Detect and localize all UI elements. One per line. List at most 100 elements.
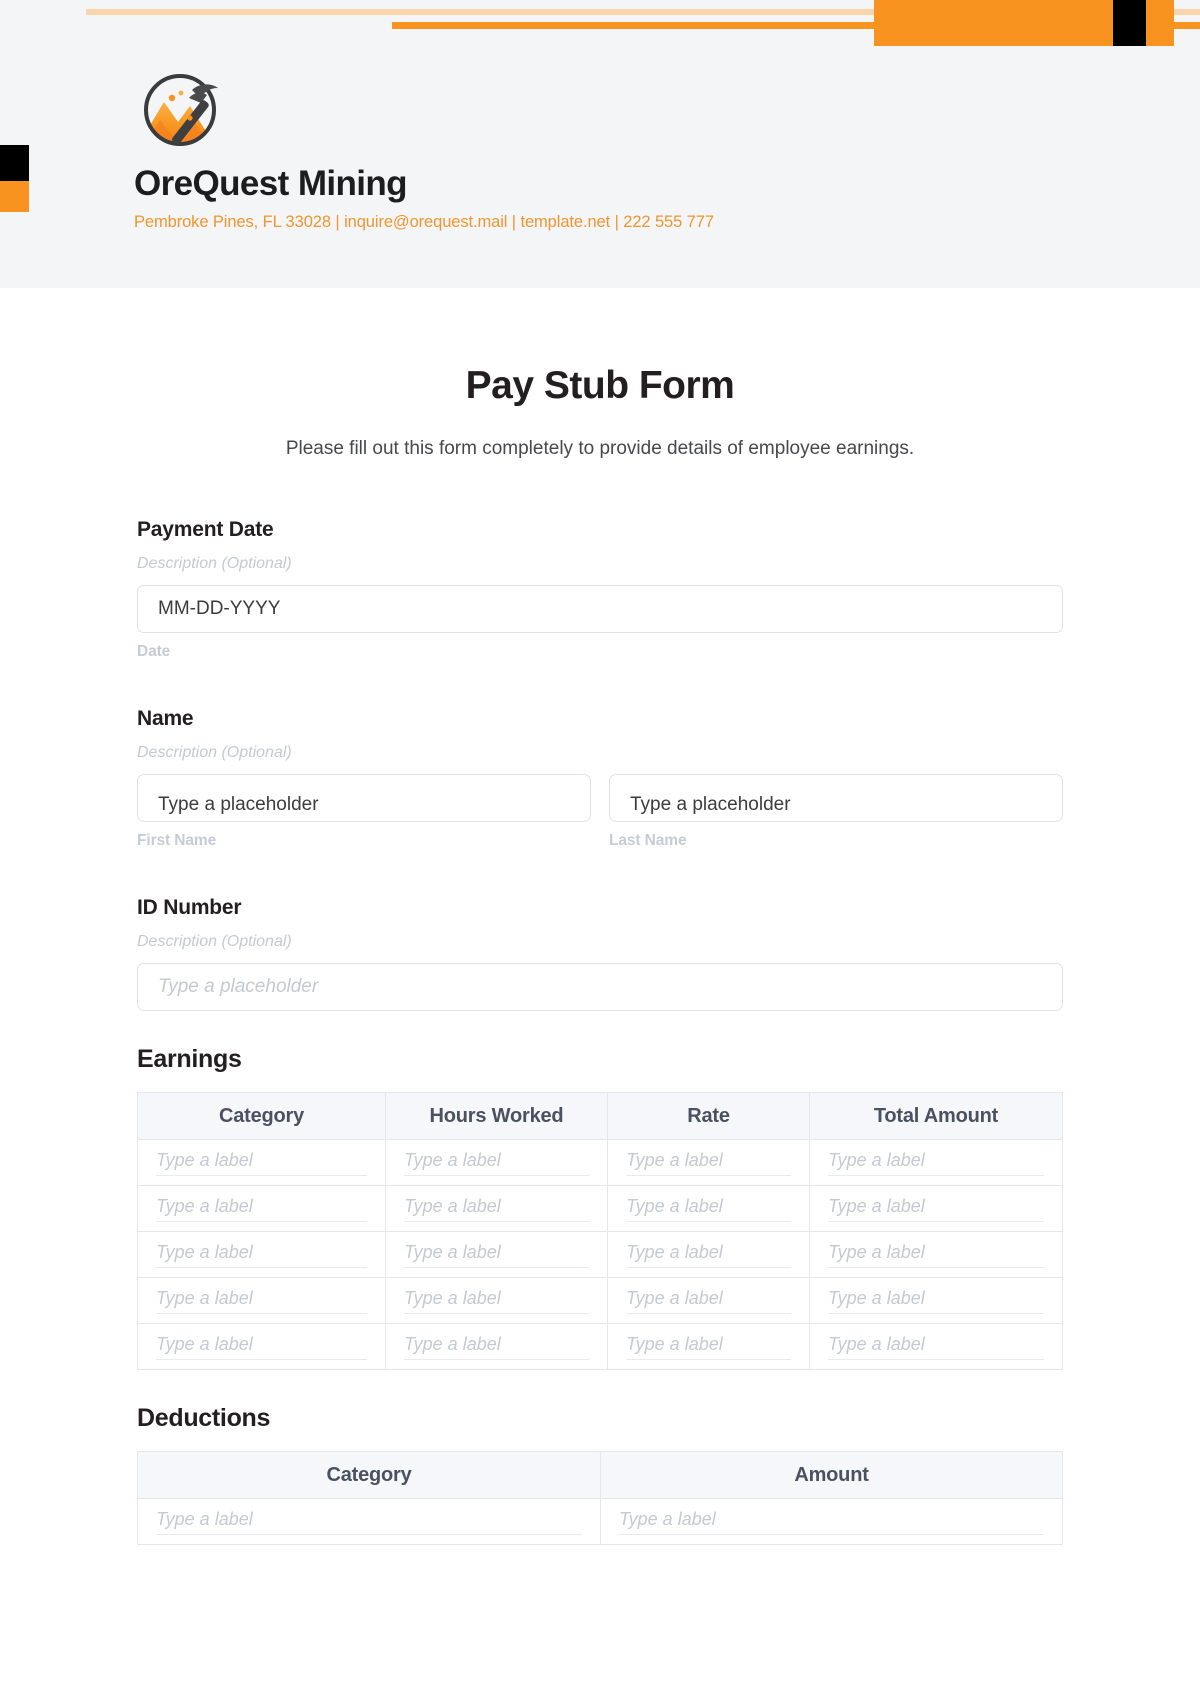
name-description: Description (Optional) [137,744,292,761]
last-name-column: Type a placeholder Last Name [609,762,1063,850]
earnings-column-header: Category [137,1092,386,1140]
table-row: Type a label Type a label Type a label Type… [137,1277,1063,1324]
deductions-column-header: Category [137,1451,601,1499]
earnings-cell-input[interactable]: Type a label [828,1196,1044,1222]
earnings-cell-input[interactable]: Type a label [626,1196,791,1222]
earnings-cell-input[interactable]: Type a label [626,1288,791,1314]
table-cell[interactable]: Type a label [137,1498,601,1545]
deductions-header-row: Category Amount [137,1451,1063,1499]
form-body: Pay Stub Form Please fill out this form … [0,288,1200,1545]
deductions-column-header: Amount [600,1451,1063,1499]
table-row: Type a label Type a label Type a label Type… [137,1139,1063,1186]
earnings-cell-input[interactable]: Type a label [404,1334,589,1360]
id-number-description: Description (Optional) [137,933,292,950]
table-cell[interactable]: Type a label [137,1185,386,1232]
table-cell[interactable]: Type a label [137,1277,386,1324]
page-title: Pay Stub Form [465,364,735,407]
section-deductions: Deductions Category Amount Type a label T… [137,1404,1063,1545]
earnings-cell-input[interactable]: Type a label [828,1288,1044,1314]
table-row: Type a label Type a label [137,1498,1063,1545]
earnings-cell-input[interactable]: Type a label [156,1150,367,1176]
table-cell[interactable]: Type a label [385,1323,608,1370]
deductions-cell-input[interactable]: Type a label [619,1509,1044,1535]
decorative-left-black-block [0,145,29,181]
deductions-title: Deductions [137,1404,271,1432]
pay-stub-form-page: OreQuest Mining Pembroke Pines, FL 33028… [0,0,1200,1701]
last-name-input[interactable]: Type a placeholder [609,774,1063,822]
last-name-value: Type a placeholder [630,794,791,815]
table-cell[interactable]: Type a label [137,1323,386,1370]
header-band: OreQuest Mining Pembroke Pines, FL 33028… [0,0,1200,288]
table-cell[interactable]: Type a label [137,1231,386,1278]
table-cell[interactable]: Type a label [385,1185,608,1232]
table-cell[interactable]: Type a label [607,1231,810,1278]
fields-container: Payment Date Description (Optional) MM-D… [137,518,1063,1545]
page-subtitle: Please fill out this form completely to … [285,438,915,459]
earnings-cell-input[interactable]: Type a label [156,1334,367,1360]
earnings-cell-input[interactable]: Type a label [404,1196,589,1222]
name-input-row: Type a placeholder First Name Type a pla… [137,762,1063,850]
field-group-name: Name Description (Optional) Type a place… [137,707,1063,850]
field-group-id-number: ID Number Description (Optional) Type a … [137,896,1063,1011]
table-cell[interactable]: Type a label [600,1498,1063,1545]
table-cell[interactable]: Type a label [809,1139,1063,1186]
id-number-input[interactable]: Type a placeholder [137,963,1063,1011]
first-name-column: Type a placeholder First Name [137,762,591,850]
earnings-column-header: Hours Worked [385,1092,608,1140]
payment-date-value: MM-DD-YYYY [158,598,281,619]
earnings-table-body: Type a label Type a label Type a label Type… [137,1139,1063,1370]
payment-date-description: Description (Optional) [137,555,292,572]
table-cell[interactable]: Type a label [607,1139,810,1186]
decorative-left-orange-block [0,181,29,212]
last-name-sub-label: Last Name [609,832,687,849]
earnings-cell-input[interactable]: Type a label [156,1196,367,1222]
earnings-header-row: Category Hours Worked Rate Total Amount [137,1092,1063,1140]
payment-date-input[interactable]: MM-DD-YYYY [137,585,1063,633]
earnings-cell-input[interactable]: Type a label [626,1150,791,1176]
earnings-table: Category Hours Worked Rate Total Amount … [137,1092,1063,1370]
table-cell[interactable]: Type a label [385,1139,608,1186]
field-group-payment-date: Payment Date Description (Optional) MM-D… [137,518,1063,661]
table-cell[interactable]: Type a label [607,1323,810,1370]
earnings-cell-input[interactable]: Type a label [404,1242,589,1268]
table-cell[interactable]: Type a label [607,1277,810,1324]
table-row: Type a label Type a label Type a label Type… [137,1323,1063,1370]
first-name-input[interactable]: Type a placeholder [137,774,591,822]
table-row: Type a label Type a label Type a label Type… [137,1185,1063,1232]
earnings-cell-input[interactable]: Type a label [404,1150,589,1176]
deductions-table: Category Amount Type a label Type a label [137,1451,1063,1545]
section-earnings: Earnings Category Hours Worked Rate Tota… [137,1045,1063,1370]
earnings-cell-input[interactable]: Type a label [828,1150,1044,1176]
deductions-table-body: Type a label Type a label [137,1498,1063,1545]
earnings-cell-input[interactable]: Type a label [156,1288,367,1314]
first-name-value: Type a placeholder [158,794,319,815]
brand-name: OreQuest Mining [134,164,408,203]
earnings-title: Earnings [137,1045,242,1073]
table-cell[interactable]: Type a label [809,1323,1063,1370]
table-cell[interactable]: Type a label [809,1231,1063,1278]
earnings-column-header: Rate [607,1092,810,1140]
earnings-cell-input[interactable]: Type a label [828,1334,1044,1360]
deductions-cell-input[interactable]: Type a label [156,1509,582,1535]
payment-date-sub-label: Date [137,643,171,660]
earnings-cell-input[interactable]: Type a label [626,1334,791,1360]
table-cell[interactable]: Type a label [809,1185,1063,1232]
earnings-column-header: Total Amount [809,1092,1063,1140]
earnings-cell-input[interactable]: Type a label [156,1242,367,1268]
earnings-cell-input[interactable]: Type a label [404,1288,589,1314]
first-name-sub-label: First Name [137,832,217,849]
name-label: Name [137,707,194,730]
decorative-black-block [1113,0,1146,46]
earnings-cell-input[interactable]: Type a label [828,1242,1044,1268]
table-cell[interactable]: Type a label [809,1277,1063,1324]
brand-contact-line: Pembroke Pines, FL 33028 | inquire@orequ… [134,213,714,231]
earnings-cell-input[interactable]: Type a label [626,1242,791,1268]
table-cell[interactable]: Type a label [607,1185,810,1232]
table-cell[interactable]: Type a label [385,1277,608,1324]
table-cell[interactable]: Type a label [137,1139,386,1186]
table-row: Type a label Type a label Type a label Type… [137,1231,1063,1278]
mining-pickaxe-circle-logo-icon [134,62,230,156]
table-cell[interactable]: Type a label [385,1231,608,1278]
brand: OreQuest Mining Pembroke Pines, FL 33028… [134,62,714,232]
id-number-label: ID Number [137,896,242,919]
